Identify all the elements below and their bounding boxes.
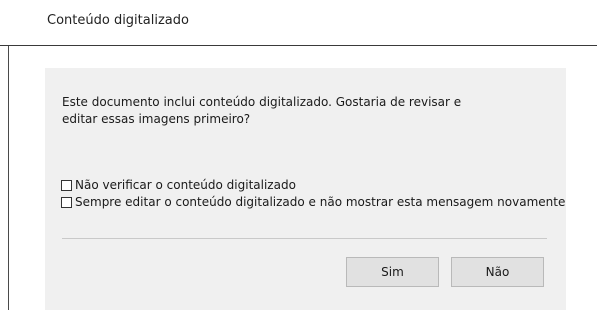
dialog-titlebar: Conteúdo digitalizado [0,0,597,46]
always-edit-label: Sempre editar o conteúdo digitalizado e … [75,195,566,209]
always-edit-checkbox[interactable] [61,196,72,208]
yes-button[interactable]: Sim [346,257,439,287]
skip-verification-option[interactable]: Não verificar o conteúdo digitalizado [61,178,296,192]
always-edit-option[interactable]: Sempre editar o conteúdo digitalizado e … [61,195,565,209]
message-line-1: Este documento inclui conteúdo digitaliz… [62,95,462,109]
dialog-content-panel: Este documento inclui conteúdo digitaliz… [45,68,566,310]
skip-verification-label: Não verificar o conteúdo digitalizado [75,178,296,192]
dialog-title: Conteúdo digitalizado [47,13,189,28]
window-edge [8,46,9,310]
skip-verification-checkbox[interactable] [61,179,72,191]
dialog-message: Este documento inclui conteúdo digitaliz… [62,94,542,128]
no-button[interactable]: Não [451,257,544,287]
scanned-content-dialog: Conteúdo digitalizado Este documento inc… [0,0,597,310]
message-line-2: editar essas imagens primeiro? [62,112,251,126]
separator [62,238,547,239]
